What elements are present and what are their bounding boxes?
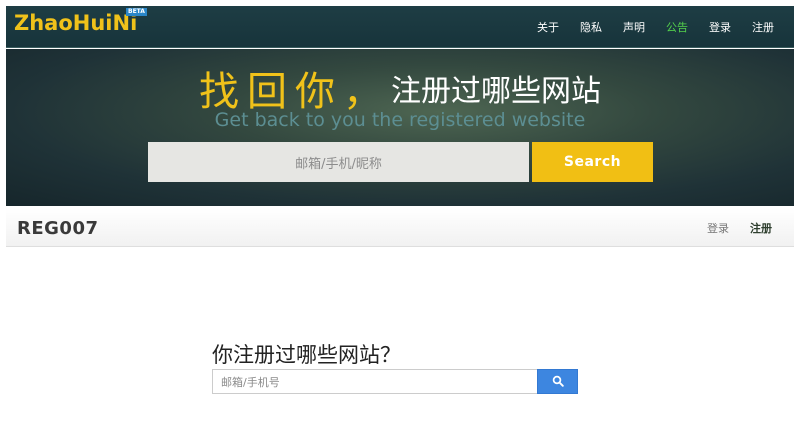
search-icon xyxy=(552,372,564,391)
navbar: ZhaoHuiNi BETA 关于 隐私 声明 公告 登录 注册 xyxy=(6,6,794,48)
nav-item-announcement[interactable]: 公告 xyxy=(666,19,688,35)
main-search-input[interactable]: 邮箱/手机号 xyxy=(212,369,538,394)
nav-menu: 关于 隐私 声明 公告 登录 注册 xyxy=(516,6,774,48)
main-question-heading: 你注册过哪些网站？ xyxy=(212,343,401,367)
hero-subtitle: Get back to you the registered website xyxy=(214,109,586,131)
top-banner: ZhaoHuiNi BETA 关于 隐私 声明 公告 登录 注册 找回你，注册过… xyxy=(6,6,794,206)
nav-item-about[interactable]: 关于 xyxy=(537,19,559,35)
subheader-links: 登录 注册 xyxy=(686,209,772,247)
hero-section: 找回你，注册过哪些网站 Get back to you the register… xyxy=(6,49,794,206)
nav-item-login[interactable]: 登录 xyxy=(709,19,731,35)
hero-search-input[interactable]: 邮箱/手机/昵称 xyxy=(148,142,529,182)
hero-title-rest: 注册过哪些网站 xyxy=(391,74,601,109)
nav-item-statement[interactable]: 声明 xyxy=(623,19,645,35)
hero-search-button[interactable]: Search xyxy=(532,142,653,182)
subheader-login-link[interactable]: 登录 xyxy=(707,220,729,236)
site-logo[interactable]: ZhaoHuiNi xyxy=(14,11,137,35)
main-search-button[interactable] xyxy=(537,369,578,394)
subheader-brand[interactable]: REG007 xyxy=(17,218,99,239)
subheader-register-link[interactable]: 注册 xyxy=(750,220,772,236)
nav-item-privacy[interactable]: 隐私 xyxy=(580,19,602,35)
subheader: REG007 登录 注册 xyxy=(6,209,794,247)
beta-badge: BETA xyxy=(126,8,147,16)
nav-item-register[interactable]: 注册 xyxy=(752,19,774,35)
